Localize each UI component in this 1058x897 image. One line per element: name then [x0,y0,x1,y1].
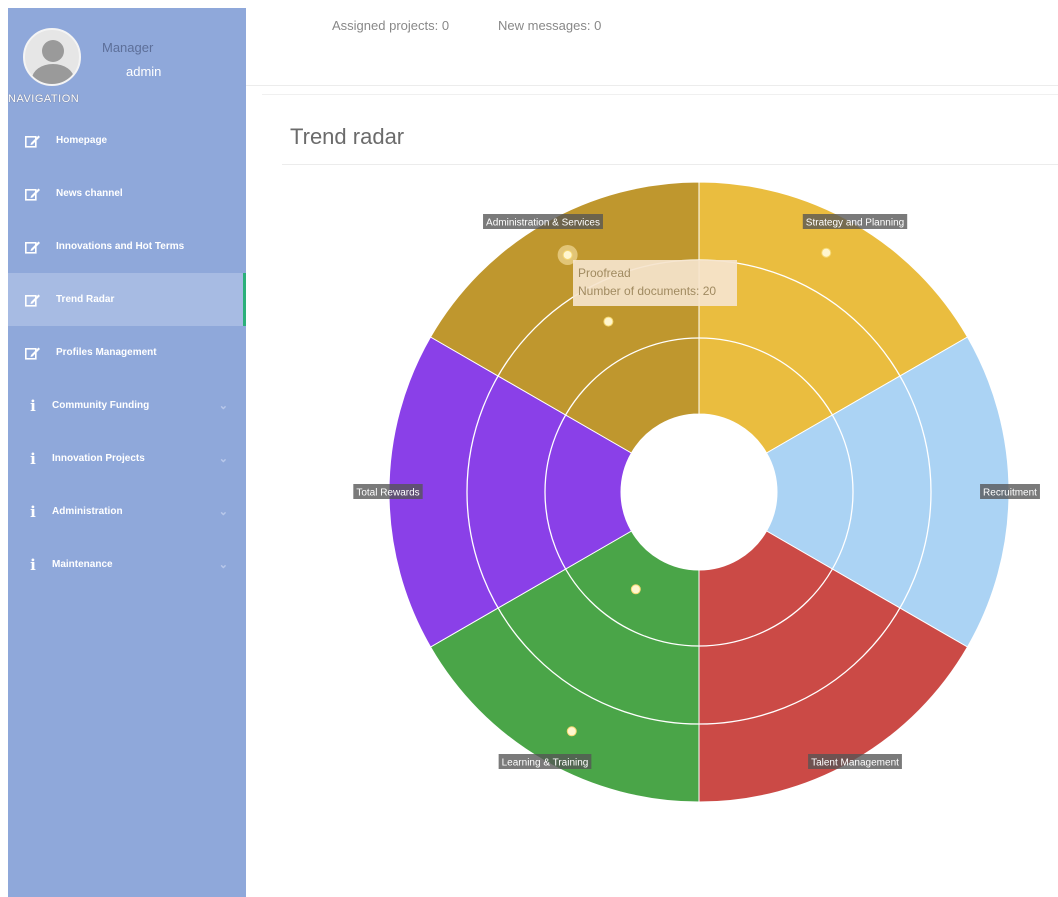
radar-point[interactable] [630,584,641,595]
radar-point[interactable] [566,726,577,737]
svg-text:Learning & Training: Learning & Training [502,758,589,769]
svg-text:Administration & Services: Administration & Services [486,218,600,229]
radar-segment-label: Recruitment [980,484,1040,499]
radar-segment-label: Talent Management [808,754,902,769]
radar-point[interactable] [821,247,832,258]
radar-segment-label: Strategy and Planning [802,214,908,229]
radar-segment-label: Total Rewards [353,484,423,499]
svg-text:Talent Management: Talent Management [811,758,899,769]
radar-segment-label: Learning & Training [498,754,592,769]
tooltip-value: Number of documents: 20 [578,284,717,298]
radar-point[interactable] [603,316,614,327]
radar-point[interactable] [562,249,573,260]
radar-segment-label: Administration & Services [483,214,603,229]
svg-text:Total Rewards: Total Rewards [356,488,419,499]
trend-radar-chart[interactable]: Strategy and Planning Recruitment Talent M… [0,0,1058,897]
radar-tooltip: Proofread Number of documents: 20 [573,260,737,306]
tooltip-title: Proofread [578,266,631,280]
svg-text:Recruitment: Recruitment [983,488,1037,499]
svg-text:Strategy and Planning: Strategy and Planning [806,218,904,229]
